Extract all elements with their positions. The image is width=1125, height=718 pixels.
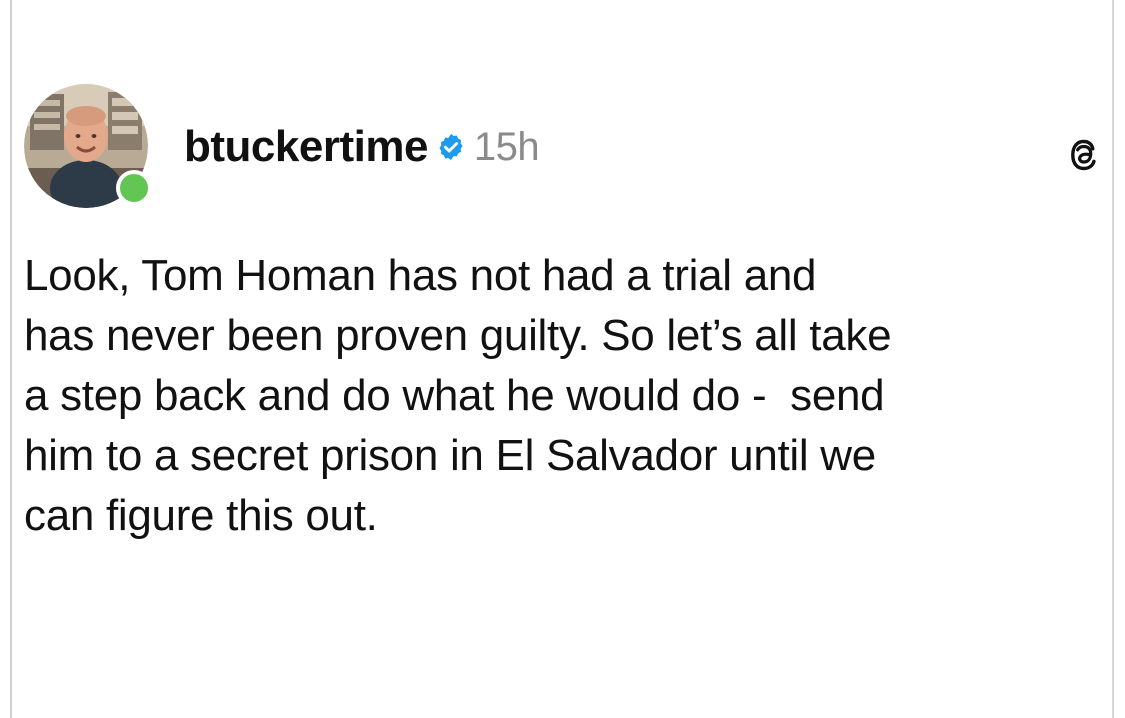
post-text-line: has never been proven guilty. So let’s a… bbox=[24, 311, 892, 360]
online-status-dot bbox=[116, 170, 152, 206]
post-text-line: Look, Tom Homan has not had a trial and bbox=[24, 251, 817, 300]
post-text-line: can figure this out. bbox=[24, 491, 378, 540]
post-text: Look, Tom Homan has not had a trial and … bbox=[24, 246, 1112, 546]
post-text-line: a step back and do what he would do - se… bbox=[24, 371, 885, 420]
post-timestamp: 15h bbox=[473, 124, 540, 169]
threads-logo-icon[interactable] bbox=[1068, 136, 1102, 174]
post-card: btuckertime 15h Look, Tom Homan has not … bbox=[10, 0, 1114, 718]
verified-badge-icon bbox=[439, 134, 463, 160]
post-header: btuckertime 15h bbox=[24, 84, 1104, 214]
username[interactable]: btuckertime bbox=[184, 122, 428, 172]
post-meta: btuckertime 15h bbox=[184, 122, 540, 172]
avatar[interactable] bbox=[24, 84, 152, 208]
post-text-line: him to a secret prison in El Salvador un… bbox=[24, 431, 876, 480]
